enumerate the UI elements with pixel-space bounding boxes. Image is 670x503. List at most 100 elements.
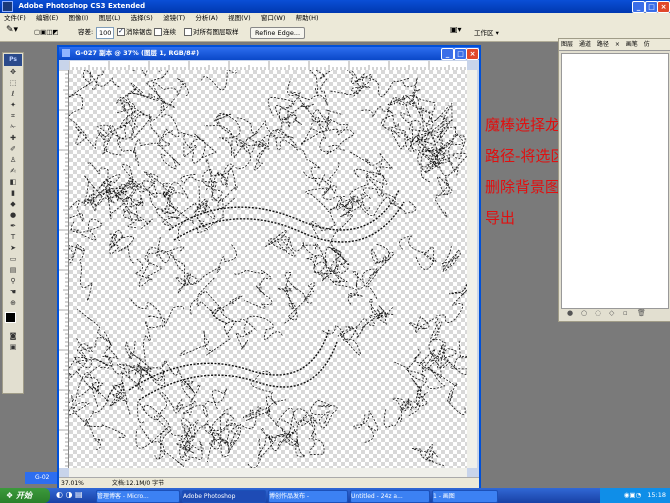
blur-tool-icon[interactable]: ◆ [4, 199, 22, 210]
clock[interactable]: 15:18 [647, 491, 666, 499]
selection-mode-icons[interactable]: ▢▣◫◩ [34, 27, 59, 37]
gradient-tool-icon[interactable]: ▮ [4, 188, 22, 199]
tray-icons[interactable]: ◉▣◔ [624, 491, 642, 499]
menu-help[interactable]: 帮助(H) [292, 13, 323, 24]
panel-footer: ● ○ ◌ ◇ ▫ 🗑 [559, 309, 670, 320]
menu-filter[interactable]: 滤镜(T) [159, 13, 189, 24]
fill-path-icon[interactable]: ● [567, 309, 573, 317]
start-button[interactable]: ❖ 开始 [0, 488, 50, 503]
antialias-label: 消除锯齿 [126, 28, 152, 36]
task-blog-label: 管理博客 - Micro... [97, 493, 149, 500]
tolerance-label: 容差: [78, 28, 94, 36]
tolerance-input[interactable]: 100 [96, 27, 115, 39]
tab-brushes[interactable]: 画笔 [624, 41, 640, 48]
path-select-icon[interactable]: ➤ [4, 243, 22, 254]
contiguous-checkbox[interactable]: 连续 [154, 27, 176, 37]
menu-window[interactable]: 窗口(W) [257, 13, 290, 24]
task-blog[interactable]: 管理博客 - Micro... [96, 490, 180, 503]
panel-content [561, 53, 669, 309]
document-icon [62, 49, 70, 57]
screen-mode-icon[interactable]: ▣ [4, 342, 22, 353]
history-brush-icon[interactable]: ✍ [4, 166, 22, 177]
magic-wand-tool-icon[interactable]: ✎▾ [6, 25, 18, 35]
ruler-ticks [68, 61, 466, 70]
dodge-tool-icon[interactable]: ● [4, 210, 22, 221]
task-untitled-label: Untitled - 24z a... [351, 493, 403, 500]
workspace-icon[interactable]: ▣▾ [450, 25, 462, 34]
layers-panel: 图层 通道 路径 × 画笔 仿 ● ○ ◌ ◇ ▫ 🗑 [558, 38, 670, 322]
document-window: G-027 副本 @ 37% (图层 1, RGB/8#) _ □ × 37.0… [57, 45, 481, 492]
type-tool-icon[interactable]: T [4, 232, 22, 243]
marquee-tool-icon[interactable]: ⬚ [4, 78, 22, 89]
menu-edit[interactable]: 编辑(E) [32, 13, 62, 24]
task-paint-label: 1 - 画图 [433, 493, 455, 500]
stroke-path-icon[interactable]: ○ [581, 309, 587, 317]
windows-logo-icon: ❖ [6, 491, 14, 500]
task-untitled[interactable]: Untitled - 24z a... [350, 490, 430, 503]
task-photoshop-label: Adobe Photoshop [183, 493, 236, 500]
move-tool-icon[interactable]: ✥ [4, 67, 22, 78]
hand-tool-icon[interactable]: ☚ [4, 287, 22, 298]
menu-image[interactable]: 图像(I) [64, 13, 92, 24]
minimize-icon[interactable]: _ [632, 1, 645, 13]
foreground-color-swatch[interactable] [5, 312, 16, 323]
tab-close-icon[interactable]: × [613, 41, 622, 48]
panel-tabs: 图层 通道 路径 × 画笔 仿 [559, 39, 670, 51]
workspace-menu[interactable]: 工作区 ▾ [474, 27, 499, 37]
task-post-label: 博创作品发布 - [269, 493, 310, 500]
menu-layer[interactable]: 图层(L) [95, 13, 125, 24]
app-title: Adobe Photoshop CS3 Extended [18, 2, 146, 10]
eraser-tool-icon[interactable]: ◧ [4, 177, 22, 188]
minimized-document[interactable]: G-02 [25, 472, 57, 484]
crop-tool-icon[interactable]: ⌗ [4, 111, 22, 122]
slice-tool-icon[interactable]: ✁ [4, 122, 22, 133]
menu-select[interactable]: 选择(S) [127, 13, 157, 24]
quicklaunch-icons[interactable]: ◐ ◑ ▤ [56, 490, 83, 499]
tools-panel: Ps ✥ ⬚ ℓ ✦ ⌗ ✁ ✚ ✐ ♙ ✍ ◧ ▮ ◆ ● ✒ T ➤ ▭ ▤… [2, 52, 24, 394]
doc-minimize-icon[interactable]: _ [441, 48, 454, 60]
all-layers-checkbox[interactable]: 对所有图层取样 [184, 27, 239, 37]
tab-paths[interactable]: 路径 [595, 41, 611, 48]
all-layers-label: 对所有图层取样 [193, 28, 239, 36]
zoom-tool-icon[interactable]: ⊕ [4, 298, 22, 309]
tab-clone[interactable]: 仿 [642, 41, 652, 48]
close-icon[interactable]: × [657, 1, 670, 13]
refine-edge-button[interactable]: Refine Edge... [250, 27, 306, 39]
app-title-bar: Adobe Photoshop CS3 Extended _ □ × [0, 0, 670, 13]
canvas[interactable] [69, 70, 467, 468]
quick-mask-icon[interactable]: ◙ [4, 331, 22, 342]
photoshop-app-icon [2, 1, 13, 12]
tab-channels[interactable]: 通道 [577, 41, 593, 48]
task-post[interactable]: 博创作品发布 - [268, 490, 348, 503]
task-paint[interactable]: 1 - 画图 [432, 490, 498, 503]
stamp-tool-icon[interactable]: ♙ [4, 155, 22, 166]
healing-tool-icon[interactable]: ✚ [4, 133, 22, 144]
zoom-level[interactable]: 37.01% [61, 480, 84, 487]
magic-wand-icon[interactable]: ✦ [4, 100, 22, 111]
shape-tool-icon[interactable]: ▭ [4, 254, 22, 265]
tab-layers[interactable]: 图层 [559, 41, 575, 48]
doc-close-icon[interactable]: × [466, 48, 479, 60]
task-photoshop[interactable]: Adobe Photoshop [182, 490, 266, 503]
brush-tool-icon[interactable]: ✐ [4, 144, 22, 155]
menu-analysis[interactable]: 分析(A) [191, 13, 222, 24]
horizontal-scrollbar[interactable] [69, 468, 467, 477]
pen-tool-icon[interactable]: ✒ [4, 221, 22, 232]
vertical-ruler [59, 69, 69, 468]
menu-view[interactable]: 视图(V) [224, 13, 255, 24]
contiguous-label: 连续 [163, 28, 176, 36]
load-selection-icon[interactable]: ◌ [595, 309, 601, 317]
lasso-tool-icon[interactable]: ℓ [4, 89, 22, 100]
notes-tool-icon[interactable]: ▤ [4, 265, 22, 276]
document-size[interactable]: 文档:12.1M/0 字节 [112, 480, 164, 487]
make-path-icon[interactable]: ◇ [609, 309, 614, 317]
delete-path-icon[interactable]: 🗑 [637, 309, 646, 317]
system-tray: ◉▣◔ 15:18 [600, 488, 670, 503]
start-label: 开始 [15, 491, 32, 500]
new-path-icon[interactable]: ▫ [623, 309, 628, 317]
color-swatches[interactable] [3, 309, 23, 331]
vertical-scrollbar[interactable] [467, 70, 477, 468]
antialias-checkbox[interactable]: 消除锯齿 [117, 26, 152, 37]
menu-file[interactable]: 文件(F) [0, 13, 30, 24]
eyedropper-icon[interactable]: ⚲ [4, 276, 22, 287]
